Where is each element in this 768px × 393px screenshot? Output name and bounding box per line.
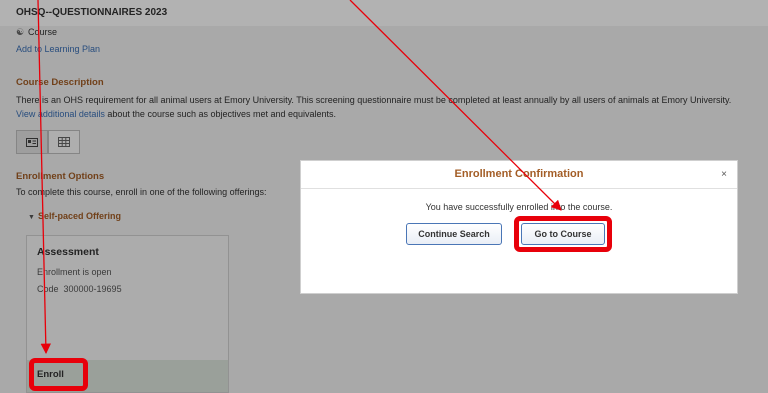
course-page: OHSQ--QUESTIONNAIRES 2023 ☯ Course Add to…: [0, 0, 768, 393]
arrow-to-go-to-course: [349, 0, 562, 211]
arrow-to-enroll: [37, 0, 51, 355]
annotation-arrows: [37, 0, 562, 355]
